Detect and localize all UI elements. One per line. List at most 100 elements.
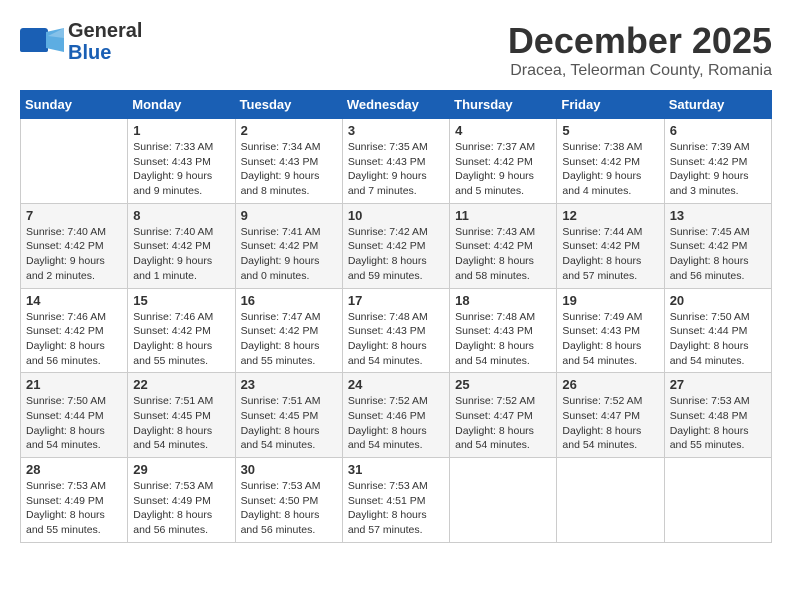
weekday-header-tuesday: Tuesday bbox=[235, 91, 342, 119]
day-info: Sunrise: 7:53 AM Sunset: 4:49 PM Dayligh… bbox=[26, 479, 122, 538]
calendar-cell: 17 Sunrise: 7:48 AM Sunset: 4:43 PM Dayli… bbox=[342, 288, 449, 373]
day-info: Sunrise: 7:38 AM Sunset: 4:42 PM Dayligh… bbox=[562, 140, 658, 199]
day-number: 31 bbox=[348, 462, 444, 477]
weekday-header-saturday: Saturday bbox=[664, 91, 771, 119]
day-number: 12 bbox=[562, 208, 658, 223]
calendar-cell: 27 Sunrise: 7:53 AM Sunset: 4:48 PM Dayli… bbox=[664, 373, 771, 458]
calendar-cell: 16Sunrise: 7:47 AM Sunset: 4:42 PM Dayli… bbox=[235, 288, 342, 373]
day-number: 1 bbox=[133, 123, 229, 138]
day-info: Sunrise: 7:53 AM Sunset: 4:51 PM Dayligh… bbox=[348, 479, 444, 538]
calendar-cell: 6Sunrise: 7:39 AM Sunset: 4:42 PM Daylig… bbox=[664, 119, 771, 204]
day-info: Sunrise: 7:44 AM Sunset: 4:42 PM Dayligh… bbox=[562, 225, 658, 284]
day-number: 19 bbox=[562, 293, 658, 308]
day-info: Sunrise: 7:52 AM Sunset: 4:47 PM Dayligh… bbox=[562, 394, 658, 453]
calendar-cell: 13 Sunrise: 7:45 AM Sunset: 4:42 PM Dayli… bbox=[664, 203, 771, 288]
calendar-cell: 3 Sunrise: 7:35 AM Sunset: 4:43 PM Daylig… bbox=[342, 119, 449, 204]
calendar-cell: 5 Sunrise: 7:38 AM Sunset: 4:42 PM Daylig… bbox=[557, 119, 664, 204]
day-number: 8 bbox=[133, 208, 229, 223]
calendar-table: SundayMondayTuesdayWednesdayThursdayFrid… bbox=[20, 90, 772, 543]
day-number: 29 bbox=[133, 462, 229, 477]
month-title: December 2025 bbox=[508, 20, 772, 62]
day-number: 24 bbox=[348, 377, 444, 392]
calendar-cell: 9 Sunrise: 7:41 AM Sunset: 4:42 PM Daylig… bbox=[235, 203, 342, 288]
calendar-cell: 15 Sunrise: 7:46 AM Sunset: 4:42 PM Dayli… bbox=[128, 288, 235, 373]
day-info: Sunrise: 7:50 AM Sunset: 4:44 PM Dayligh… bbox=[670, 310, 766, 369]
day-number: 4 bbox=[455, 123, 551, 138]
day-number: 2 bbox=[241, 123, 337, 138]
day-info: Sunrise: 7:42 AM Sunset: 4:42 PM Dayligh… bbox=[348, 225, 444, 284]
day-info: Sunrise: 7:51 AM Sunset: 4:45 PM Dayligh… bbox=[241, 394, 337, 453]
day-info: Sunrise: 7:52 AM Sunset: 4:47 PM Dayligh… bbox=[455, 394, 551, 453]
day-number: 25 bbox=[455, 377, 551, 392]
day-number: 23 bbox=[241, 377, 337, 392]
calendar-cell bbox=[450, 458, 557, 543]
day-info: Sunrise: 7:41 AM Sunset: 4:42 PM Dayligh… bbox=[241, 225, 337, 284]
day-info: Sunrise: 7:47 AM Sunset: 4:42 PM Dayligh… bbox=[241, 310, 337, 369]
calendar-cell: 26Sunrise: 7:52 AM Sunset: 4:47 PM Dayli… bbox=[557, 373, 664, 458]
calendar-cell: 29 Sunrise: 7:53 AM Sunset: 4:49 PM Dayli… bbox=[128, 458, 235, 543]
weekday-header-sunday: Sunday bbox=[21, 91, 128, 119]
calendar-cell: 7 Sunrise: 7:40 AM Sunset: 4:42 PM Daylig… bbox=[21, 203, 128, 288]
logo-blue: Blue bbox=[68, 42, 142, 64]
day-info: Sunrise: 7:49 AM Sunset: 4:43 PM Dayligh… bbox=[562, 310, 658, 369]
day-info: Sunrise: 7:52 AM Sunset: 4:46 PM Dayligh… bbox=[348, 394, 444, 453]
calendar-cell: 28 Sunrise: 7:53 AM Sunset: 4:49 PM Dayli… bbox=[21, 458, 128, 543]
day-info: Sunrise: 7:48 AM Sunset: 4:43 PM Dayligh… bbox=[455, 310, 551, 369]
day-info: Sunrise: 7:40 AM Sunset: 4:42 PM Dayligh… bbox=[133, 225, 229, 284]
calendar-cell: 1 Sunrise: 7:33 AM Sunset: 4:43 PM Daylig… bbox=[128, 119, 235, 204]
day-number: 28 bbox=[26, 462, 122, 477]
title-block: December 2025 Dracea, Teleorman County, … bbox=[508, 20, 772, 80]
page-header: General Blue December 2025 Dracea, Teleo… bbox=[20, 20, 772, 80]
calendar-cell: 4 Sunrise: 7:37 AM Sunset: 4:42 PM Daylig… bbox=[450, 119, 557, 204]
day-info: Sunrise: 7:53 AM Sunset: 4:49 PM Dayligh… bbox=[133, 479, 229, 538]
day-number: 11 bbox=[455, 208, 551, 223]
day-number: 17 bbox=[348, 293, 444, 308]
day-info: Sunrise: 7:48 AM Sunset: 4:43 PM Dayligh… bbox=[348, 310, 444, 369]
weekday-header-wednesday: Wednesday bbox=[342, 91, 449, 119]
calendar-cell: 20Sunrise: 7:50 AM Sunset: 4:44 PM Dayli… bbox=[664, 288, 771, 373]
calendar-cell: 25 Sunrise: 7:52 AM Sunset: 4:47 PM Dayli… bbox=[450, 373, 557, 458]
calendar-cell bbox=[21, 119, 128, 204]
weekday-header-friday: Friday bbox=[557, 91, 664, 119]
day-info: Sunrise: 7:33 AM Sunset: 4:43 PM Dayligh… bbox=[133, 140, 229, 199]
day-info: Sunrise: 7:34 AM Sunset: 4:43 PM Dayligh… bbox=[241, 140, 337, 199]
day-info: Sunrise: 7:37 AM Sunset: 4:42 PM Dayligh… bbox=[455, 140, 551, 199]
calendar-cell: 10 Sunrise: 7:42 AM Sunset: 4:42 PM Dayli… bbox=[342, 203, 449, 288]
logo-general: General bbox=[68, 20, 142, 42]
calendar-cell bbox=[664, 458, 771, 543]
calendar-cell: 12 Sunrise: 7:44 AM Sunset: 4:42 PM Dayli… bbox=[557, 203, 664, 288]
day-number: 9 bbox=[241, 208, 337, 223]
day-number: 5 bbox=[562, 123, 658, 138]
calendar-cell: 11 Sunrise: 7:43 AM Sunset: 4:42 PM Dayli… bbox=[450, 203, 557, 288]
day-number: 15 bbox=[133, 293, 229, 308]
calendar-cell: 19 Sunrise: 7:49 AM Sunset: 4:43 PM Dayli… bbox=[557, 288, 664, 373]
calendar-cell: 2 Sunrise: 7:34 AM Sunset: 4:43 PM Daylig… bbox=[235, 119, 342, 204]
calendar-cell: 21 Sunrise: 7:50 AM Sunset: 4:44 PM Dayli… bbox=[21, 373, 128, 458]
day-number: 27 bbox=[670, 377, 766, 392]
day-number: 3 bbox=[348, 123, 444, 138]
day-number: 10 bbox=[348, 208, 444, 223]
day-number: 7 bbox=[26, 208, 122, 223]
day-info: Sunrise: 7:35 AM Sunset: 4:43 PM Dayligh… bbox=[348, 140, 444, 199]
calendar-cell bbox=[557, 458, 664, 543]
calendar-cell: 22Sunrise: 7:51 AM Sunset: 4:45 PM Dayli… bbox=[128, 373, 235, 458]
location-title: Dracea, Teleorman County, Romania bbox=[508, 62, 772, 80]
weekday-header-thursday: Thursday bbox=[450, 91, 557, 119]
calendar-cell: 31 Sunrise: 7:53 AM Sunset: 4:51 PM Dayli… bbox=[342, 458, 449, 543]
day-info: Sunrise: 7:45 AM Sunset: 4:42 PM Dayligh… bbox=[670, 225, 766, 284]
calendar-cell: 18Sunrise: 7:48 AM Sunset: 4:43 PM Dayli… bbox=[450, 288, 557, 373]
day-number: 30 bbox=[241, 462, 337, 477]
day-info: Sunrise: 7:46 AM Sunset: 4:42 PM Dayligh… bbox=[26, 310, 122, 369]
day-number: 6 bbox=[670, 123, 766, 138]
day-number: 21 bbox=[26, 377, 122, 392]
logo: General Blue bbox=[20, 20, 142, 64]
day-info: Sunrise: 7:53 AM Sunset: 4:48 PM Dayligh… bbox=[670, 394, 766, 453]
calendar-cell: 8 Sunrise: 7:40 AM Sunset: 4:42 PM Daylig… bbox=[128, 203, 235, 288]
day-info: Sunrise: 7:46 AM Sunset: 4:42 PM Dayligh… bbox=[133, 310, 229, 369]
day-info: Sunrise: 7:51 AM Sunset: 4:45 PM Dayligh… bbox=[133, 394, 229, 453]
day-info: Sunrise: 7:43 AM Sunset: 4:42 PM Dayligh… bbox=[455, 225, 551, 284]
day-info: Sunrise: 7:50 AM Sunset: 4:44 PM Dayligh… bbox=[26, 394, 122, 453]
weekday-header-monday: Monday bbox=[128, 91, 235, 119]
day-number: 13 bbox=[670, 208, 766, 223]
day-info: Sunrise: 7:40 AM Sunset: 4:42 PM Dayligh… bbox=[26, 225, 122, 284]
